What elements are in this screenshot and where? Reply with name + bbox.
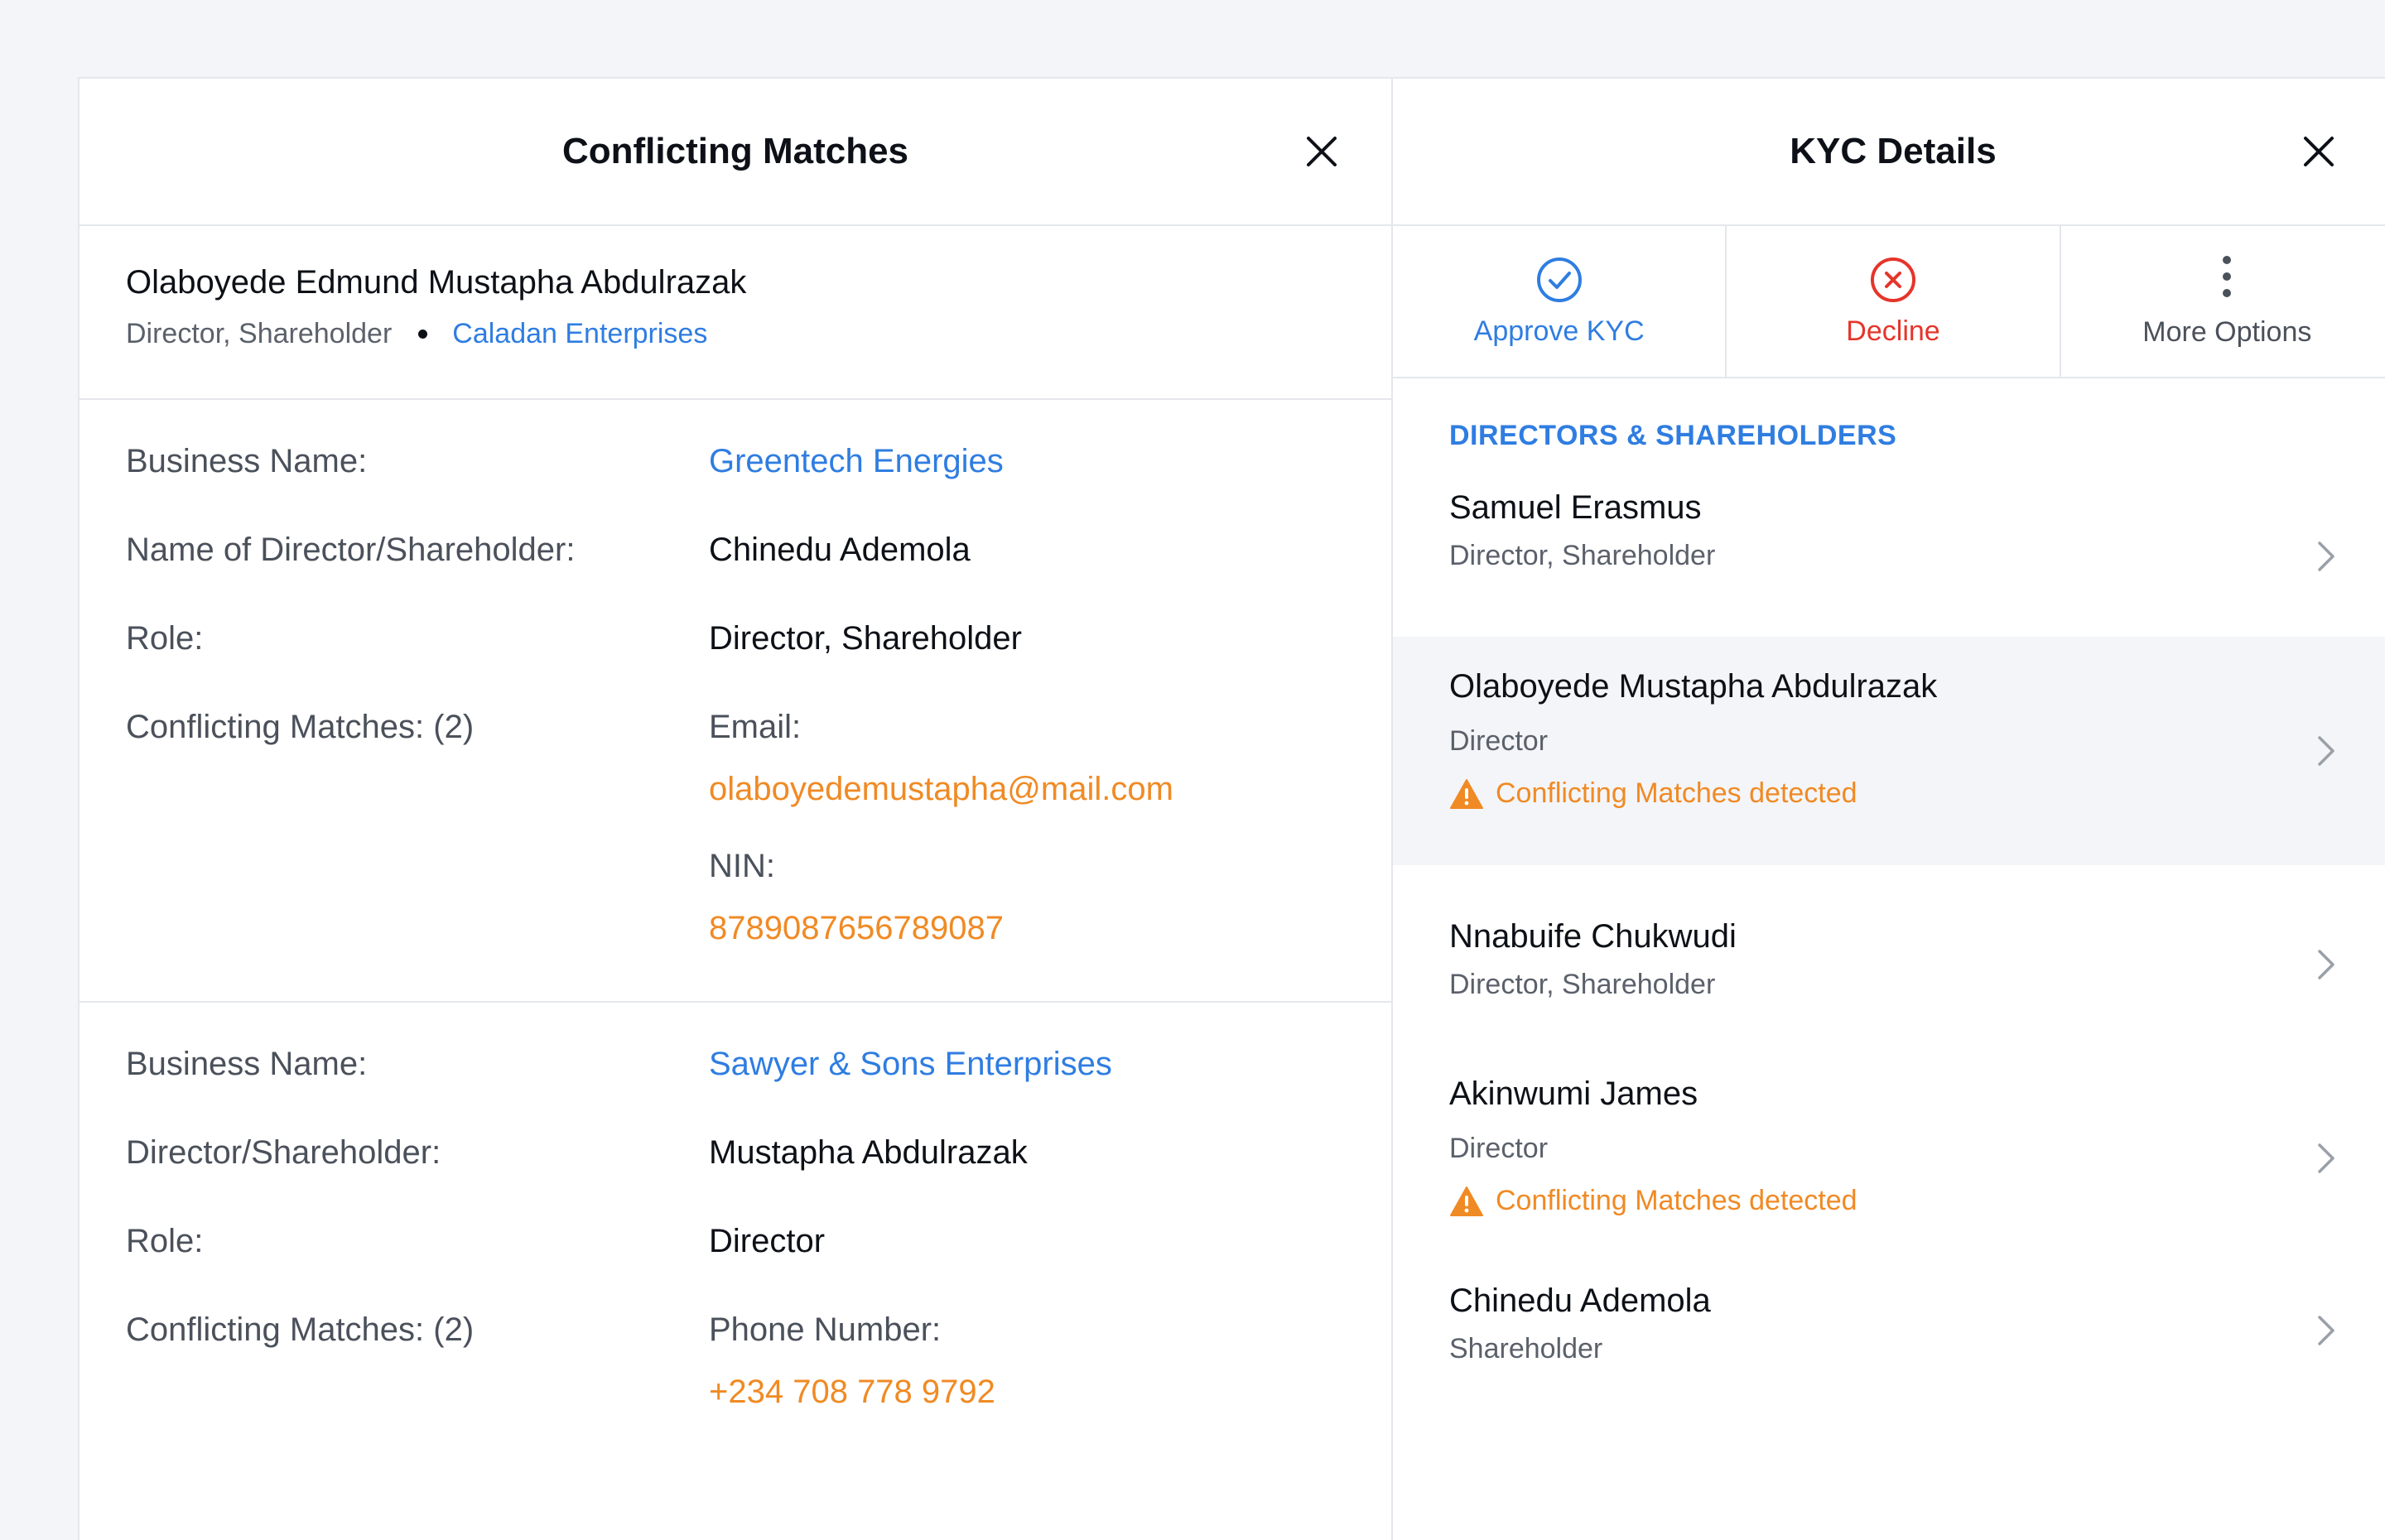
person-role: Director — [1449, 1133, 1549, 1164]
role-value: Director — [709, 1223, 826, 1259]
chevron-right-icon — [2318, 541, 2334, 571]
match-director-row: Director/Shareholder: Mustapha Abdulraza… — [80, 1134, 1391, 1223]
selected-person-name: Olaboyede Edmund Mustapha Abdulrazak — [126, 264, 747, 301]
app-stage: Conflicting Matches Olaboyede Edmund Mus… — [0, 0, 2385, 1540]
conflict-warning: Conflicting Matches detected — [1449, 777, 2385, 810]
conflict-fields: Phone Number: +234 708 778 9792 — [709, 1311, 995, 1411]
list-item[interactable]: Nnabuife Chukwudi Director, Shareholder — [1393, 865, 2385, 1067]
business-name-label: Business Name: — [126, 443, 368, 479]
conflict-field-value: olaboyedemustapha@mail.com — [709, 771, 1173, 807]
director-value: Chinedu Ademola — [709, 532, 971, 568]
person-role: Director, Shareholder — [1449, 969, 1716, 1000]
role-label: Role: — [126, 620, 204, 657]
kyc-details-header: KYC Details — [1393, 79, 2385, 226]
separator-dot — [418, 330, 428, 339]
person-role: Director, Shareholder — [1449, 540, 1716, 571]
more-options-label: More Options — [2142, 315, 2312, 348]
director-label: Director/Shareholder: — [126, 1134, 441, 1171]
conflict-warning-text: Conflicting Matches detected — [1496, 777, 1857, 809]
conflict-field-label: Email: — [709, 709, 802, 745]
selected-person-company-link[interactable]: Caladan Enterprises — [452, 318, 707, 350]
conflict-field-label: NIN: — [709, 848, 775, 884]
match-block: Business Name: Sawyer & Sons Enterprises… — [80, 1003, 1391, 1411]
match-conflicts-row: Conflicting Matches: (2) Phone Number: +… — [80, 1311, 1391, 1411]
conflicting-matches-panel: Conflicting Matches Olaboyede Edmund Mus… — [78, 77, 1393, 1540]
warning-triangle-icon — [1450, 1186, 1483, 1216]
selected-person-summary: Olaboyede Edmund Mustapha Abdulrazak Dir… — [80, 226, 1391, 400]
person-name: Chinedu Ademola — [1449, 1283, 1711, 1319]
match-business-row: Business Name: Greentech Energies — [80, 443, 1391, 532]
list-item[interactable]: Olaboyede Mustapha Abdulrazak Director C… — [1393, 637, 2385, 865]
decline-label: Decline — [1846, 315, 1940, 347]
director-value: Mustapha Abdulrazak — [709, 1134, 1028, 1171]
list-item[interactable]: Akinwumi James Director Conflicting Matc… — [1393, 1067, 2385, 1283]
conflict-warning-text: Conflicting Matches detected — [1496, 1185, 1857, 1216]
match-block: Business Name: Greentech Energies Name o… — [80, 400, 1391, 1003]
approve-kyc-label: Approve KYC — [1473, 315, 1645, 347]
match-director-row: Name of Director/Shareholder: Chinedu Ad… — [80, 532, 1391, 620]
conflicting-matches-title: Conflicting Matches — [561, 131, 909, 171]
chevron-right-icon — [2318, 950, 2334, 979]
close-kyc-details-button[interactable] — [2294, 127, 2344, 176]
selected-person-role: Director, Shareholder — [126, 318, 393, 349]
person-role: Director — [1449, 725, 1549, 757]
approve-kyc-button[interactable]: Approve KYC — [1393, 226, 1727, 377]
person-name: Akinwumi James — [1449, 1076, 1698, 1112]
match-business-row: Business Name: Sawyer & Sons Enterprises — [80, 1046, 1391, 1134]
vertical-dots-icon — [2223, 255, 2232, 297]
kyc-action-bar: Approve KYC Decline More Options — [1393, 226, 2385, 378]
business-name-link[interactable]: Sawyer & Sons Enterprises — [709, 1046, 1112, 1134]
conflict-field-label: Phone Number: — [709, 1311, 942, 1348]
conflicts-label: Conflicting Matches: (2) — [126, 1311, 475, 1348]
list-item[interactable]: Chinedu Ademola Shareholder — [1393, 1283, 2385, 1448]
person-name: Nnabuife Chukwudi — [1449, 918, 1737, 955]
chevron-right-icon — [2318, 736, 2334, 766]
match-role-row: Role: Director — [80, 1223, 1391, 1311]
decline-button[interactable]: Decline — [1727, 226, 2061, 377]
role-value: Director, Shareholder — [709, 620, 1022, 657]
selected-person-meta: Director, Shareholder Caladan Enterprise… — [126, 318, 1391, 350]
conflict-field-value: 8789087656789087 — [709, 910, 1004, 946]
kyc-details-panel: KYC Details Approve KYC Decline More Opt… — [1391, 77, 2385, 1540]
person-role: Shareholder — [1449, 1333, 1603, 1364]
check-circle-icon — [1536, 257, 1582, 302]
conflicts-label: Conflicting Matches: (2) — [126, 709, 475, 745]
conflicting-matches-header: Conflicting Matches — [80, 79, 1391, 226]
person-name: Samuel Erasmus — [1449, 489, 1702, 526]
close-icon — [2304, 137, 2334, 166]
business-name-link[interactable]: Greentech Energies — [709, 443, 1004, 532]
more-options-button[interactable]: More Options — [2061, 226, 2385, 377]
list-item[interactable]: Samuel Erasmus Director, Shareholder — [1393, 476, 2385, 637]
director-label: Name of Director/Shareholder: — [126, 532, 576, 568]
close-icon — [1307, 137, 1337, 166]
role-label: Role: — [126, 1223, 204, 1259]
conflict-warning: Conflicting Matches detected — [1449, 1185, 2385, 1217]
conflict-field-value: +234 708 778 9792 — [709, 1374, 995, 1410]
close-conflicting-matches-button[interactable] — [1297, 127, 1347, 176]
conflict-fields: Email: olaboyedemustapha@mail.com NIN: 8… — [709, 709, 1173, 947]
match-role-row: Role: Director, Shareholder — [80, 620, 1391, 709]
kyc-details-title: KYC Details — [1790, 131, 1997, 171]
chevron-right-icon — [2318, 1316, 2334, 1345]
match-conflicts-row: Conflicting Matches: (2) Email: olaboyed… — [80, 709, 1391, 947]
warning-triangle-icon — [1450, 778, 1483, 809]
business-name-label: Business Name: — [126, 1046, 368, 1082]
x-circle-icon — [1870, 257, 1915, 302]
person-name: Olaboyede Mustapha Abdulrazak — [1449, 668, 1938, 705]
chevron-right-icon — [2318, 1143, 2334, 1173]
directors-shareholders-heading: DIRECTORS & SHAREHOLDERS — [1449, 420, 1897, 451]
